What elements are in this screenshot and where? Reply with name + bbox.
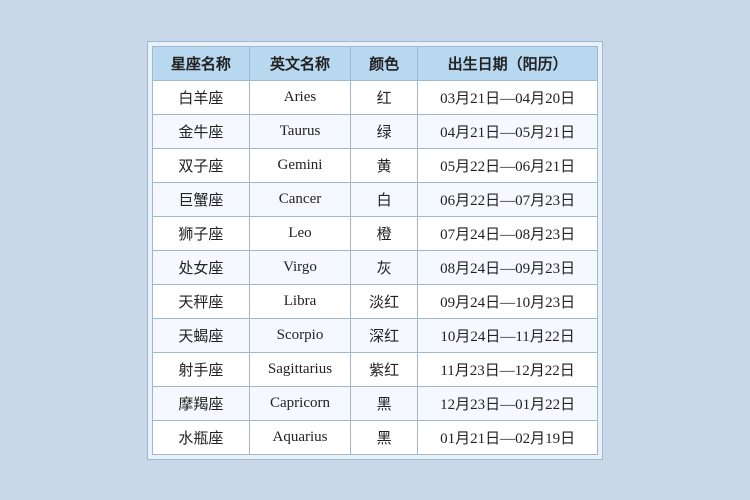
cell-chinese: 狮子座 — [152, 216, 249, 250]
cell-english: Aquarius — [249, 420, 350, 454]
cell-color: 橙 — [351, 216, 418, 250]
cell-date: 01月21日—02月19日 — [418, 420, 598, 454]
zodiac-table-wrapper: 星座名称 英文名称 颜色 出生日期（阳历） 白羊座Aries红03月21日—04… — [147, 41, 603, 460]
cell-chinese: 射手座 — [152, 352, 249, 386]
cell-english: Capricorn — [249, 386, 350, 420]
zodiac-table: 星座名称 英文名称 颜色 出生日期（阳历） 白羊座Aries红03月21日—04… — [152, 46, 598, 455]
table-row: 处女座Virgo灰08月24日—09月23日 — [152, 250, 597, 284]
header-color: 颜色 — [351, 46, 418, 80]
cell-chinese: 处女座 — [152, 250, 249, 284]
cell-chinese: 金牛座 — [152, 114, 249, 148]
cell-english: Virgo — [249, 250, 350, 284]
cell-english: Taurus — [249, 114, 350, 148]
cell-date: 11月23日—12月22日 — [418, 352, 598, 386]
cell-date: 08月24日—09月23日 — [418, 250, 598, 284]
cell-date: 05月22日—06月21日 — [418, 148, 598, 182]
cell-date: 06月22日—07月23日 — [418, 182, 598, 216]
table-row: 双子座Gemini黄05月22日—06月21日 — [152, 148, 597, 182]
table-row: 白羊座Aries红03月21日—04月20日 — [152, 80, 597, 114]
cell-color: 紫红 — [351, 352, 418, 386]
table-row: 巨蟹座Cancer白06月22日—07月23日 — [152, 182, 597, 216]
cell-color: 黑 — [351, 420, 418, 454]
header-english: 英文名称 — [249, 46, 350, 80]
cell-english: Aries — [249, 80, 350, 114]
table-body: 白羊座Aries红03月21日—04月20日金牛座Taurus绿04月21日—0… — [152, 80, 597, 454]
cell-date: 04月21日—05月21日 — [418, 114, 598, 148]
cell-date: 07月24日—08月23日 — [418, 216, 598, 250]
cell-chinese: 双子座 — [152, 148, 249, 182]
table-row: 天蝎座Scorpio深红10月24日—11月22日 — [152, 318, 597, 352]
cell-english: Cancer — [249, 182, 350, 216]
cell-color: 淡红 — [351, 284, 418, 318]
cell-chinese: 水瓶座 — [152, 420, 249, 454]
header-date: 出生日期（阳历） — [418, 46, 598, 80]
table-row: 天秤座Libra淡红09月24日—10月23日 — [152, 284, 597, 318]
cell-date: 10月24日—11月22日 — [418, 318, 598, 352]
cell-color: 深红 — [351, 318, 418, 352]
cell-english: Sagittarius — [249, 352, 350, 386]
table-row: 射手座Sagittarius紫红11月23日—12月22日 — [152, 352, 597, 386]
cell-chinese: 摩羯座 — [152, 386, 249, 420]
table-row: 摩羯座Capricorn黑12月23日—01月22日 — [152, 386, 597, 420]
cell-color: 绿 — [351, 114, 418, 148]
cell-english: Scorpio — [249, 318, 350, 352]
table-row: 金牛座Taurus绿04月21日—05月21日 — [152, 114, 597, 148]
cell-chinese: 天秤座 — [152, 284, 249, 318]
cell-color: 黄 — [351, 148, 418, 182]
cell-color: 灰 — [351, 250, 418, 284]
cell-english: Gemini — [249, 148, 350, 182]
cell-color: 黑 — [351, 386, 418, 420]
cell-color: 红 — [351, 80, 418, 114]
cell-english: Leo — [249, 216, 350, 250]
cell-chinese: 巨蟹座 — [152, 182, 249, 216]
header-chinese: 星座名称 — [152, 46, 249, 80]
table-row: 狮子座Leo橙07月24日—08月23日 — [152, 216, 597, 250]
table-row: 水瓶座Aquarius黑01月21日—02月19日 — [152, 420, 597, 454]
cell-chinese: 白羊座 — [152, 80, 249, 114]
cell-date: 03月21日—04月20日 — [418, 80, 598, 114]
cell-english: Libra — [249, 284, 350, 318]
cell-date: 09月24日—10月23日 — [418, 284, 598, 318]
table-header-row: 星座名称 英文名称 颜色 出生日期（阳历） — [152, 46, 597, 80]
cell-color: 白 — [351, 182, 418, 216]
cell-date: 12月23日—01月22日 — [418, 386, 598, 420]
cell-chinese: 天蝎座 — [152, 318, 249, 352]
